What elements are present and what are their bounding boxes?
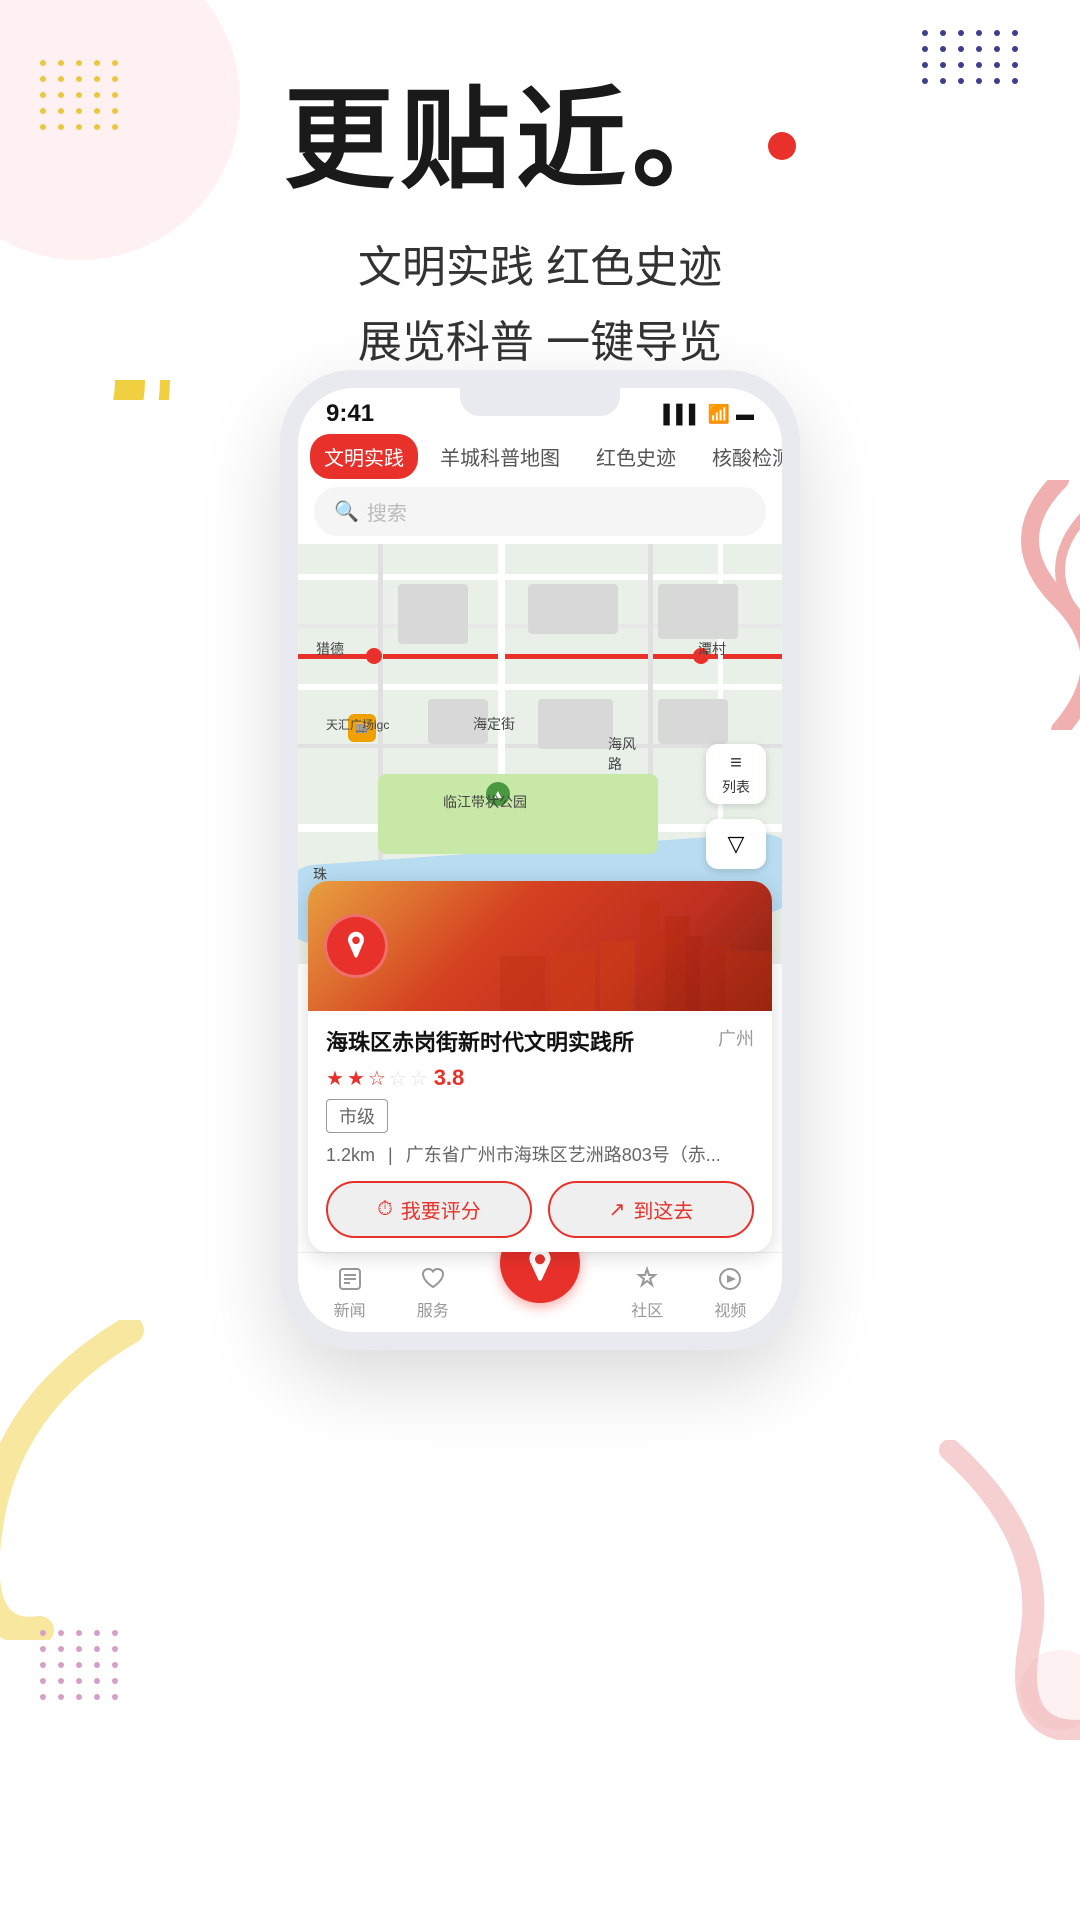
nav-news[interactable]: 新闻	[334, 1265, 366, 1321]
search-bar[interactable]: 🔍 搜索	[314, 487, 766, 536]
tab-hongse[interactable]: 红色史迹	[582, 434, 690, 479]
rate-icon: ⏱	[377, 1198, 393, 1221]
place-rating: ★ ★ ☆ ☆ ☆ 3.8	[326, 1065, 754, 1091]
status-icons: ▌▌▌ 📶 ▬	[663, 404, 754, 425]
rate-button[interactable]: ⏱ 我要评分	[326, 1181, 532, 1238]
phone-notch	[460, 388, 620, 416]
nav-video[interactable]: 视频	[714, 1265, 746, 1321]
map-label-park: 临江带状公园	[443, 792, 527, 812]
place-card-body: 海珠区赤岗街新时代文明实践所 广州 ★ ★ ☆ ☆ ☆ 3.8 市级	[308, 1011, 772, 1252]
tab-hejian[interactable]: 核酸检测	[698, 434, 782, 479]
tab-yangcheng[interactable]: 羊城科普地图	[426, 434, 574, 479]
status-time: 9:41	[326, 400, 374, 428]
phone-inner: 9:41 ▌▌▌ 📶 ▬ 文明实践 羊城科普地图 红色史迹	[298, 388, 782, 1332]
star-4: ☆	[389, 1066, 407, 1091]
phone-mockup: 9:41 ▌▌▌ 📶 ▬ 文明实践 羊城科普地图 红色史迹	[180, 370, 900, 1350]
metro-marker-liede	[366, 648, 382, 664]
list-view-button[interactable]: ≡ 列表	[706, 744, 766, 804]
navigate-button[interactable]: ↗ 到这去	[548, 1181, 754, 1238]
rating-number: 3.8	[434, 1065, 465, 1091]
nav-service[interactable]: 服务	[417, 1265, 449, 1321]
place-city: 广州	[718, 1025, 754, 1051]
nav-service-label: 服务	[417, 1297, 449, 1321]
heart-icon	[419, 1265, 447, 1293]
hero-section: 更贴近。 文明实践 红色史迹 展览科普 一键导览	[0, 80, 1080, 381]
star-2: ★	[347, 1066, 365, 1091]
nav-news-label: 新闻	[334, 1297, 366, 1321]
hero-subtitle: 文明实践 红色史迹 展览科普 一键导览	[0, 231, 1080, 381]
community-icon	[633, 1265, 661, 1293]
star-5: ☆	[410, 1066, 428, 1091]
battery-icon: ▬	[736, 404, 754, 425]
news-icon	[336, 1265, 364, 1293]
red-dot-decoration	[768, 132, 796, 160]
place-card: 海珠区赤岗街新时代文明实践所 广州 ★ ★ ☆ ☆ ☆ 3.8 市级	[308, 881, 772, 1252]
signal-icon: ▌▌▌	[663, 404, 701, 425]
nav-community[interactable]: 社区	[631, 1265, 663, 1321]
place-address: 1.2km | 广东省广州市海珠区艺洲路803号（赤...	[326, 1141, 754, 1167]
nav-video-label: 视频	[714, 1297, 746, 1321]
map-label-tancun: 潭村	[698, 639, 726, 659]
map-label-liede: 猎德	[316, 639, 344, 659]
search-icon: 🔍	[334, 499, 359, 524]
place-level-badge: 市级	[326, 1099, 388, 1133]
phone-frame: 9:41 ▌▌▌ 📶 ▬ 文明实践 羊城科普地图 红色史迹	[280, 370, 800, 1350]
tab-wenming[interactable]: 文明实践	[310, 434, 418, 479]
nav-community-label: 社区	[631, 1297, 663, 1321]
wifi-icon: 📶	[708, 404, 730, 425]
place-title: 海珠区赤岗街新时代文明实践所	[326, 1025, 710, 1057]
phone-tab-bar: 文明实践 羊城科普地图 红色史迹 核酸检测	[298, 434, 782, 479]
map-label-tianhui: 天汇广场igc	[326, 716, 389, 733]
bottom-nav: 新闻 服务	[298, 1252, 782, 1332]
place-actions: ⏱ 我要评分 ↗ 到这去	[326, 1181, 754, 1238]
place-card-header	[308, 881, 772, 1011]
star-3-half: ☆	[368, 1066, 386, 1091]
navigate-arrow-icon: ↗	[609, 1197, 626, 1222]
map-label-haifeng: 海风路	[608, 734, 636, 774]
map-label-haidingstreet: 海定街	[473, 714, 515, 734]
list-button-label: 列表	[722, 777, 750, 797]
place-logo	[324, 914, 388, 978]
star-1: ★	[326, 1066, 344, 1091]
video-icon	[716, 1265, 744, 1293]
page-title: 更贴近。	[0, 80, 1080, 201]
search-placeholder: 搜索	[367, 497, 407, 526]
nav-direction-button[interactable]: ▽	[706, 819, 766, 869]
